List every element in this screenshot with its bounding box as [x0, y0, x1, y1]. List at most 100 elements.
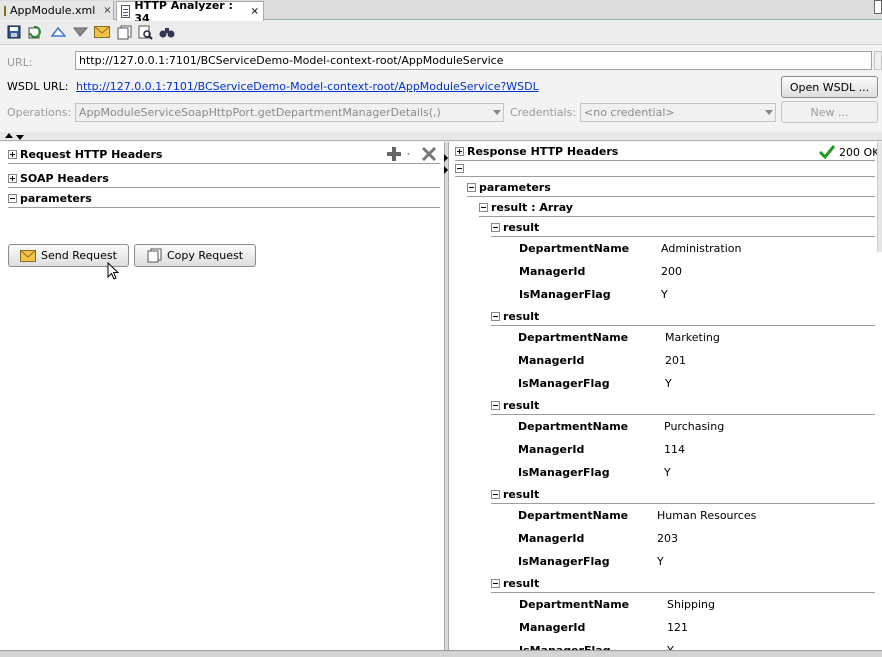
collapse-icon[interactable]: [491, 312, 500, 321]
url-dropdown-button[interactable]: [874, 51, 882, 70]
field-value[interactable]: 121: [667, 619, 688, 635]
add-header-icon[interactable]: [386, 146, 412, 165]
result-array-node[interactable]: result : Array: [479, 199, 875, 217]
tab-list-dropdown[interactable]: [874, 0, 882, 14]
mouse-pointer-icon: [107, 262, 120, 280]
field-name: ManagerId: [518, 531, 585, 545]
binoculars-icon[interactable]: [159, 24, 175, 40]
field-name: IsManagerFlag: [519, 287, 611, 301]
result-node[interactable]: result: [491, 308, 875, 326]
analyzer-toolbar: [0, 21, 882, 45]
node-label: result: [503, 577, 540, 590]
field-name: DepartmentName: [518, 419, 629, 433]
wsdl-url-link[interactable]: http://127.0.0.1:7101/BCServiceDemo-Mode…: [76, 80, 539, 93]
operations-select[interactable]: AppModuleServiceSoapHttpPort.getDepartme…: [75, 103, 504, 122]
field-value[interactable]: Administration: [661, 240, 742, 256]
response-body-root[interactable]: [455, 161, 875, 177]
request-panel: Request HTTP Headers SOAP Headers parame…: [0, 142, 444, 650]
field-value[interactable]: 201: [665, 352, 686, 368]
parameters-section[interactable]: parameters: [8, 190, 440, 208]
copy-request-label: Copy Request: [166, 249, 244, 262]
close-tab-icon[interactable]: ×: [251, 6, 259, 17]
new-credential-button[interactable]: New ...: [781, 101, 878, 123]
collapse-icon[interactable]: [491, 401, 500, 410]
field-name: DepartmentName: [518, 508, 629, 522]
request-http-headers-section[interactable]: Request HTTP Headers: [8, 146, 440, 164]
field-value[interactable]: 114: [664, 441, 685, 457]
field-value[interactable]: Y: [667, 642, 674, 651]
url-field[interactable]: http://127.0.0.1:7101/BCServiceDemo-Mode…: [75, 51, 872, 70]
field-value[interactable]: Y: [661, 286, 668, 302]
wsdl-url-label: WSDL URL:: [7, 80, 69, 93]
result-node[interactable]: result: [491, 486, 875, 504]
horizontal-splitter[interactable]: [0, 132, 882, 141]
field-row: IsManagerFlag: [519, 642, 611, 651]
soap-headers-section[interactable]: SOAP Headers: [8, 170, 440, 188]
refresh-icon[interactable]: [27, 24, 43, 40]
result-node[interactable]: result: [491, 219, 875, 237]
node-label: parameters: [479, 181, 551, 194]
collapse-expand-arrows-icon[interactable]: [4, 132, 34, 141]
field-name: DepartmentName: [518, 330, 629, 344]
expand-icon[interactable]: [455, 147, 464, 156]
field-row: DepartmentName: [518, 507, 628, 523]
field-value[interactable]: Human Resources: [657, 507, 756, 523]
field-name: ManagerId: [518, 353, 585, 367]
collapse-icon[interactable]: [8, 194, 17, 203]
field-value[interactable]: 200: [661, 263, 682, 279]
credentials-label: Credentials:: [510, 106, 577, 119]
node-label: result: [503, 399, 540, 412]
field-value[interactable]: 203: [657, 530, 678, 546]
field-value[interactable]: Y: [665, 375, 672, 391]
expand-icon[interactable]: [8, 174, 17, 183]
expand-icon[interactable]: [8, 150, 17, 159]
open-wsdl-label: Open WSDL ...: [789, 80, 870, 94]
field-row: ManagerId: [518, 441, 584, 457]
operations-value: AppModuleServiceSoapHttpPort.getDepartme…: [79, 106, 441, 119]
url-value: http://127.0.0.1:7101/BCServiceDemo-Mode…: [79, 54, 504, 67]
collapse-icon[interactable]: [491, 490, 500, 499]
response-parameters-node[interactable]: parameters: [467, 179, 875, 197]
section-title: SOAP Headers: [20, 172, 109, 185]
field-row: ManagerId: [518, 352, 584, 368]
collapse-icon[interactable]: [467, 183, 476, 192]
tab-appmodule-xml[interactable]: AppModule.xml ×: [0, 1, 114, 20]
copy-icon[interactable]: [116, 24, 132, 40]
chevron-down-icon: [493, 110, 501, 115]
response-scrollbar[interactable]: [877, 142, 882, 252]
save-icon[interactable]: [6, 24, 22, 40]
field-value[interactable]: Purchasing: [664, 418, 724, 434]
open-wsdl-button[interactable]: Open WSDL ...: [781, 76, 878, 98]
field-value[interactable]: Marketing: [665, 329, 720, 345]
field-row: IsManagerFlag: [518, 553, 610, 569]
tab-http-analyzer[interactable]: HTTP Analyzer : 34 ×: [116, 0, 264, 25]
remove-header-icon[interactable]: [421, 146, 437, 165]
email-icon[interactable]: [94, 24, 110, 40]
collapse-icon[interactable]: [455, 164, 464, 173]
node-label: result : Array: [491, 201, 573, 214]
collapse-icon[interactable]: [491, 223, 500, 232]
field-row: DepartmentName: [519, 240, 629, 256]
node-label: result: [503, 221, 540, 234]
field-value[interactable]: Y: [657, 553, 664, 569]
status-text: 200 OK: [839, 145, 880, 159]
download-icon[interactable]: [72, 24, 88, 40]
bottom-tab-strip: [0, 650, 882, 657]
result-node[interactable]: result: [491, 575, 875, 593]
result-node[interactable]: result: [491, 397, 875, 415]
field-row: DepartmentName: [518, 418, 628, 434]
close-tab-icon[interactable]: ×: [103, 5, 111, 16]
collapse-icon[interactable]: [479, 203, 488, 212]
collapse-icon[interactable]: [491, 579, 500, 588]
search-document-icon[interactable]: [137, 24, 153, 40]
field-value[interactable]: Y: [664, 464, 671, 480]
field-row: DepartmentName: [518, 329, 628, 345]
upload-icon[interactable]: [50, 24, 66, 40]
copy-request-button[interactable]: Copy Request: [134, 244, 256, 267]
field-name: ManagerId: [519, 620, 586, 634]
editor-tab-bar: AppModule.xml × HTTP Analyzer : 34 ×: [0, 0, 882, 25]
response-http-headers-section[interactable]: Response HTTP Headers: [455, 143, 875, 161]
field-value[interactable]: Shipping: [667, 596, 715, 612]
credentials-select[interactable]: <no credential>: [580, 103, 776, 122]
field-name: IsManagerFlag: [518, 465, 610, 479]
